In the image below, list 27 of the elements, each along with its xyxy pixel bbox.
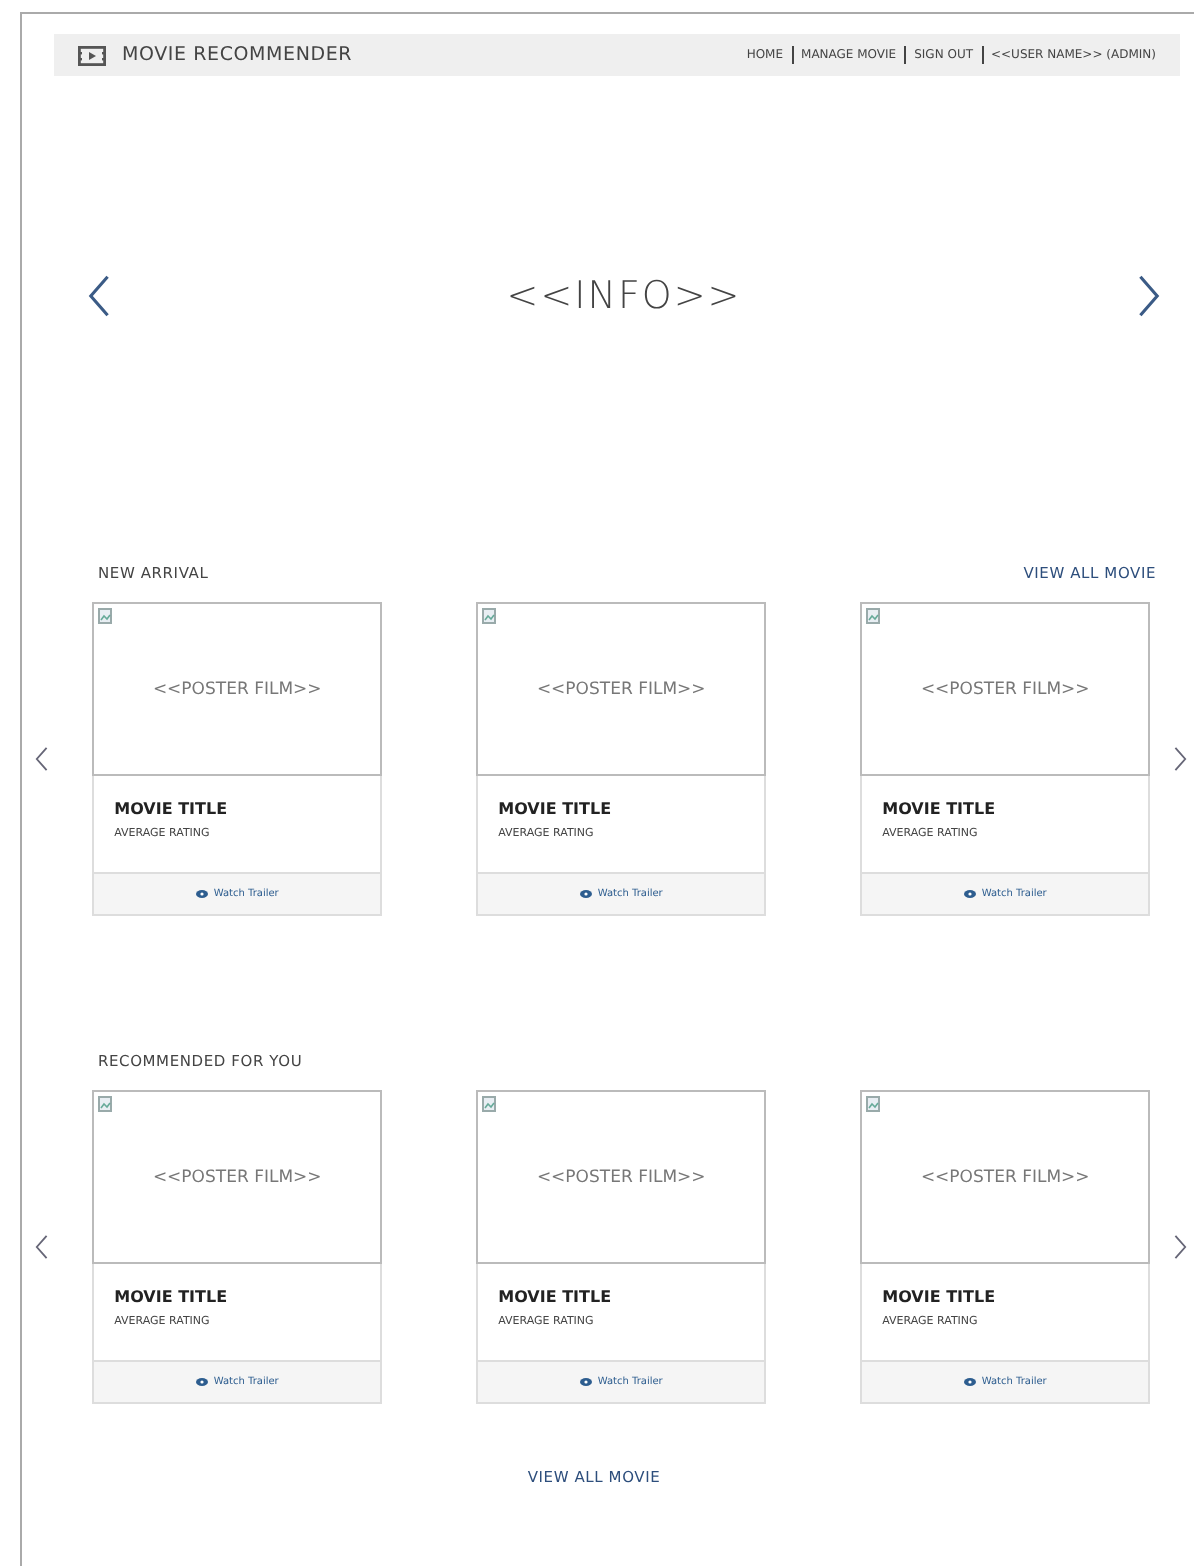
eye-icon xyxy=(195,1378,208,1386)
movie-title: MOVIE TITLE xyxy=(882,1286,998,1310)
broken-image-icon xyxy=(482,608,497,624)
eye-icon xyxy=(195,890,208,898)
broken-image-icon xyxy=(866,1096,881,1112)
poster-label: <<POSTER FILM>> xyxy=(536,1167,706,1187)
movie-title: MOVIE TITLE xyxy=(114,798,230,822)
broken-image-icon xyxy=(98,1096,113,1112)
eye-icon xyxy=(579,1378,592,1386)
movie-title: MOVIE TITLE xyxy=(498,1286,614,1310)
poster-label: <<POSTER FILM>> xyxy=(152,679,322,699)
broken-image-icon xyxy=(866,608,881,624)
movie-title: MOVIE TITLE xyxy=(882,798,998,822)
poster-label: <<POSTER FILM>> xyxy=(920,679,1090,699)
poster-label: <<POSTER FILM>> xyxy=(920,1167,1090,1187)
info-text: <<INFO>> xyxy=(506,274,742,318)
movie-title: MOVIE TITLE xyxy=(498,798,614,822)
app-title: MOVIE RECOMMENDER xyxy=(122,44,353,66)
broken-image-icon xyxy=(98,608,113,624)
poster-label: <<POSTER FILM>> xyxy=(152,1167,322,1187)
eye-icon xyxy=(579,890,592,898)
broken-image-icon xyxy=(482,1096,497,1112)
eye-icon xyxy=(963,890,976,898)
eye-icon xyxy=(963,1378,976,1386)
poster-label: <<POSTER FILM>> xyxy=(536,679,706,699)
film-icon xyxy=(78,45,106,65)
movie-title: MOVIE TITLE xyxy=(114,1286,230,1310)
